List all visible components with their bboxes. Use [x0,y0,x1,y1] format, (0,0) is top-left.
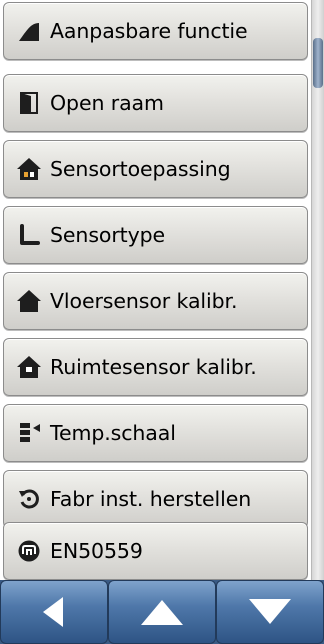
menu-item-en50559[interactable]: EN50559 [3,522,308,580]
menu-item-aanpasbare-functie[interactable]: Aanpasbare functie [3,2,308,60]
factory-reset-icon [16,486,42,512]
room-sensor-house-icon [16,354,42,380]
open-window-icon [16,90,42,116]
menu-item-fabr-inst-herstellen[interactable]: Fabr inst. herstellen [3,470,308,528]
settings-menu-list: Aanpasbare functie Open raam Sensortoepa… [0,0,311,580]
menu-scrollbar[interactable] [311,0,324,580]
menu-item-label: Temp.schaal [50,421,176,445]
house-sensor-icon [16,156,42,182]
temperature-scale-icon [16,420,42,446]
scrollbar-thumb[interactable] [313,38,323,88]
menu-item-label: EN50559 [50,539,143,563]
menu-item-label: Sensortype [50,223,166,247]
sensor-type-icon [16,222,42,248]
menu-item-sensortoepassing[interactable]: Sensortoepassing [3,140,308,198]
menu-item-vloersensor-kalibr[interactable]: Vloersensor kalibr. [3,272,308,330]
menu-item-label: Aanpasbare functie [50,19,248,43]
scroll-down-button[interactable] [216,580,324,644]
menu-item-label: Fabr inst. herstellen [50,487,252,511]
floor-sensor-house-icon [16,288,42,314]
navigation-bar [0,580,324,644]
back-button[interactable] [0,580,108,644]
menu-item-label: Vloersensor kalibr. [50,289,238,313]
menu-item-label: Ruimtesensor kalibr. [50,355,257,379]
en50559-icon [16,538,42,564]
custom-function-icon [16,18,42,44]
scroll-up-button[interactable] [108,580,216,644]
arrow-left-icon [37,595,71,629]
menu-item-sensortype[interactable]: Sensortype [3,206,308,264]
menu-item-label: Open raam [50,91,164,115]
menu-item-label: Sensortoepassing [50,157,231,181]
menu-item-ruimtesensor-kalibr[interactable]: Ruimtesensor kalibr. [3,338,308,396]
arrow-up-icon [138,597,186,627]
menu-item-temp-schaal[interactable]: Temp.schaal [3,404,308,462]
settings-screen: Aanpasbare functie Open raam Sensortoepa… [0,0,324,644]
arrow-down-icon [246,597,294,627]
menu-item-open-raam[interactable]: Open raam [3,74,308,132]
